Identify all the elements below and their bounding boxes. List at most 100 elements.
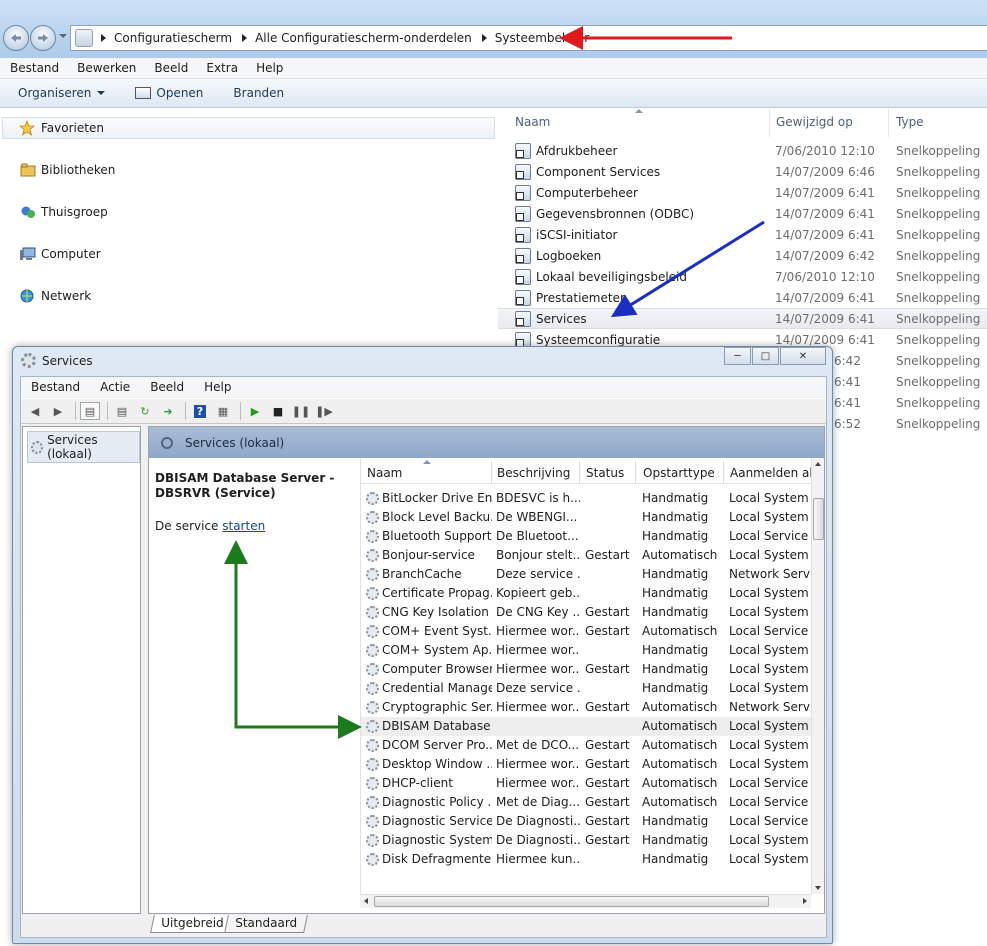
service-row[interactable]: Computer Browser Hiermee wor... Gestart Han… [361, 660, 812, 679]
stop-service-button[interactable]: ■ [268, 402, 288, 420]
file-row[interactable]: iSCSI-initiator 14/07/2009 6:41 Snelkoppel… [498, 224, 987, 245]
column-divider[interactable] [769, 109, 770, 137]
service-row[interactable]: Bonjour-service Bonjour stelt... Gestart Au… [361, 546, 812, 565]
scroll-up-icon[interactable] [815, 462, 821, 466]
menu-view[interactable]: Beeld [144, 61, 196, 75]
refresh-button[interactable]: ↻ [135, 402, 155, 420]
vertical-scrollbar[interactable] [811, 458, 824, 894]
svc-menu-file[interactable]: Bestand [21, 380, 90, 394]
service-row[interactable]: Disk Defragmenter Hiermee kun... Handmatig… [361, 850, 812, 869]
svc-menu-view[interactable]: Beeld [140, 380, 194, 394]
file-row[interactable]: Afdrukbeheer 7/06/2010 12:10 Snelkoppeling [498, 140, 987, 161]
breadcrumb-separator-icon[interactable] [242, 34, 248, 42]
column-divider[interactable] [491, 461, 492, 483]
service-row[interactable]: Bluetooth Support... De Bluetoot... Handma… [361, 527, 812, 546]
column-type[interactable]: Type [896, 115, 924, 129]
breadcrumb-separator-icon[interactable] [481, 34, 487, 42]
maximize-button[interactable]: □ [752, 347, 779, 365]
menu-extra[interactable]: Extra [196, 61, 246, 75]
service-row[interactable]: Diagnostic System... De Diagnosti... Gesta… [361, 831, 812, 850]
start-service-link[interactable]: starten [222, 519, 265, 533]
svc-menu-help[interactable]: Help [194, 380, 241, 394]
service-row[interactable]: Certificate Propag... Kopieert geb... Hand… [361, 584, 812, 603]
column-divider[interactable] [723, 461, 724, 483]
service-row[interactable]: Diagnostic Policy ... Met de Diag... Gesta… [361, 793, 812, 812]
nav-libraries[interactable]: Bibliotheken [20, 163, 115, 177]
service-row[interactable]: DHCP-client Hiermee wor... Gestart Automati… [361, 774, 812, 793]
column-divider[interactable] [888, 109, 889, 137]
breadcrumb-all-items[interactable]: Alle Configuratiescherm-onderdelen [255, 31, 472, 45]
close-button[interactable]: ✕ [780, 347, 826, 365]
menu-edit[interactable]: Bewerken [67, 61, 144, 75]
service-row[interactable]: COM+ System Ap... Hiermee wor... Handmatig… [361, 641, 812, 660]
service-row[interactable]: Block Level Backu... De WBENGI... Handmati… [361, 508, 812, 527]
tab-standard[interactable]: Standaard [224, 915, 308, 933]
column-modified[interactable]: Gewijzigd op [776, 115, 853, 129]
scroll-left-icon[interactable] [364, 898, 368, 904]
horizontal-scrollbar[interactable] [360, 894, 811, 908]
scroll-thumb[interactable] [813, 498, 824, 540]
file-row[interactable]: Lokaal beveiligingsbeleid 7/06/2010 12:10… [498, 266, 987, 287]
breadcrumb-separator-icon[interactable] [101, 34, 106, 42]
file-row[interactable]: Computerbeheer 14/07/2009 6:41 Snelkoppeli… [498, 182, 987, 203]
nav-network[interactable]: Netwerk [20, 289, 91, 303]
service-row[interactable]: COM+ Event Syst... Hiermee wor... Gestart A… [361, 622, 812, 641]
open-button[interactable]: Openen [135, 86, 203, 100]
nav-network-label: Netwerk [41, 289, 92, 303]
scroll-down-icon[interactable] [815, 886, 821, 890]
column-log-on-as[interactable]: Aanmelden als [730, 466, 819, 480]
file-row[interactable]: Gegevensbronnen (ODBC) 14/07/2009 6:41 Sne… [498, 203, 987, 224]
breadcrumb-control-panel[interactable]: Configuratiescherm [114, 31, 232, 45]
column-startup-type[interactable]: Opstarttype [643, 466, 715, 480]
back-button[interactable] [3, 25, 29, 51]
column-status[interactable]: Status [586, 466, 624, 480]
pause-service-button[interactable]: ❚❚ [291, 402, 311, 420]
forward-button[interactable] [30, 25, 56, 51]
file-row[interactable]: Component Services 14/07/2009 6:46 Snelkop… [498, 161, 987, 182]
tab-extended[interactable]: Uitgebreid [150, 915, 235, 933]
address-bar[interactable]: Configuratiescherm Alle Configuratiesche… [70, 25, 987, 51]
file-row[interactable]: Prestatiemeter 14/07/2009 6:41 Snelkoppeli… [498, 287, 987, 308]
file-row[interactable]: Services 14/07/2009 6:41 Snelkoppeling [498, 308, 987, 329]
column-service-name[interactable]: Naam [367, 466, 402, 480]
service-row[interactable]: BitLocker Drive En... BDESVC is h... Handm… [361, 489, 812, 508]
service-row[interactable]: Cryptographic Ser... Hiermee wor... Gestar… [361, 698, 812, 717]
file-type: Snelkoppeling [896, 311, 981, 326]
scroll-right-icon[interactable] [803, 898, 807, 904]
file-row[interactable]: Logboeken 14/07/2009 6:42 Snelkoppeling [498, 245, 987, 266]
show-tree-button[interactable]: ▤ [80, 402, 100, 420]
organize-button[interactable]: Organiseren [18, 86, 106, 100]
forward-button[interactable]: ▶ [48, 402, 68, 420]
export-button[interactable]: ➜ [158, 402, 178, 420]
back-button[interactable]: ◀ [25, 402, 45, 420]
service-row[interactable]: BranchCache Deze service ... Handmatig Netw… [361, 565, 812, 584]
menu-help[interactable]: Help [246, 61, 291, 75]
nav-homegroup[interactable]: Thuisgroep [20, 205, 108, 219]
scroll-thumb[interactable] [374, 896, 769, 907]
column-divider[interactable] [579, 461, 580, 483]
service-row[interactable]: DCOM Server Pro... Met de DCO... Gestart Au… [361, 736, 812, 755]
nav-computer[interactable]: Computer [20, 247, 101, 261]
service-row[interactable]: Credential Manager Deze service ... Handma… [361, 679, 812, 698]
tree-services-local[interactable]: Services (lokaal) [27, 431, 140, 463]
minimize-button[interactable]: ─ [724, 347, 751, 365]
properties-button[interactable]: ▤ [112, 402, 132, 420]
column-divider[interactable] [635, 461, 636, 483]
column-name[interactable]: Naam [515, 115, 550, 129]
help-button[interactable]: ? [190, 402, 210, 420]
show-action-pane-button[interactable]: ▦ [213, 402, 233, 420]
service-row[interactable]: CNG Key Isolation De CNG Key ... Gestart Ha… [361, 603, 812, 622]
column-description[interactable]: Beschrijving [497, 466, 570, 480]
service-row[interactable]: DBISAM Database ... Automatisch Local Syst… [361, 717, 812, 736]
burn-button[interactable]: Branden [233, 86, 284, 100]
nav-favorites[interactable]: Favorieten [2, 117, 495, 139]
start-service-button[interactable]: ▶ [245, 402, 265, 420]
breadcrumb-admin-tools[interactable]: Systeembeheer [495, 31, 589, 45]
service-row[interactable]: Desktop Window ... Hiermee wor... Gestart A… [361, 755, 812, 774]
restart-service-button[interactable]: ❚▶ [314, 402, 334, 420]
svc-menu-action[interactable]: Actie [90, 380, 140, 394]
service-row[interactable]: Diagnostic Service... De Diagnosti... Gest… [361, 812, 812, 831]
service-log-on-as: Local Service [729, 624, 809, 638]
recent-pages-dropdown[interactable] [59, 34, 67, 38]
menu-file[interactable]: Bestand [0, 61, 67, 75]
